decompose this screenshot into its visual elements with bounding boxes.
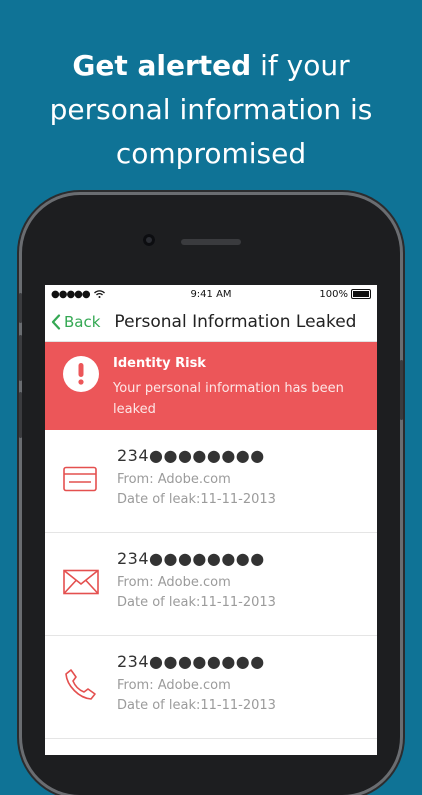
mute-button (19, 392, 22, 438)
list-item[interactable]: 234●●●●●●●● From: Adobe.com Date of leak… (45, 430, 377, 533)
signal-strength: ●●●●● (51, 288, 91, 300)
leak-list: 234●●●●●●●● From: Adobe.com Date of leak… (45, 430, 377, 739)
phone-icon (65, 669, 96, 700)
headline-rest: if your (260, 49, 350, 82)
headline-bold: Get alerted (72, 49, 252, 82)
status-bar: ●●●●● 9:41 AM 100% (45, 285, 377, 303)
navigation-bar: Back Personal Information Leaked (45, 303, 377, 342)
leaked-value: 234●●●●●●●● (117, 652, 265, 671)
phone-screen: ●●●●● 9:41 AM 100% Back Personal Informa… (45, 285, 377, 755)
status-left: ●●●●● (51, 289, 105, 300)
leak-date: Date of leak:11-11-2013 (117, 595, 276, 610)
headline: Get alerted if your personal information… (0, 44, 422, 176)
list-item[interactable]: 234●●●●●●●● From: Adobe.com Date of leak… (45, 533, 377, 636)
wifi-icon (93, 290, 105, 298)
battery-percent: 100% (319, 288, 348, 300)
envelope-icon (63, 569, 99, 595)
headline-line3: compromised (115, 137, 307, 170)
volume-down-button (19, 335, 22, 381)
chevron-left-icon (51, 314, 61, 330)
leak-source: From: Adobe.com (117, 575, 231, 590)
leak-date: Date of leak:11-11-2013 (117, 492, 276, 507)
leak-source: From: Adobe.com (117, 472, 231, 487)
alert-title: Identity Risk (113, 356, 206, 371)
leak-date: Date of leak:11-11-2013 (117, 698, 276, 713)
back-label: Back (64, 313, 101, 331)
power-button (400, 360, 403, 420)
leaked-value: 234●●●●●●●● (117, 446, 265, 465)
volume-up-button (19, 293, 22, 323)
back-button[interactable]: Back (51, 313, 100, 331)
headline-line2: personal information is (49, 93, 373, 126)
front-camera (143, 234, 155, 246)
list-item[interactable]: 234●●●●●●●● From: Adobe.com Date of leak… (45, 636, 377, 739)
leak-source: From: Adobe.com (117, 678, 231, 693)
exclamation-icon (63, 356, 99, 392)
leaked-value: 234●●●●●●●● (117, 549, 265, 568)
identity-risk-alert[interactable]: Identity Risk Your personal information … (45, 342, 377, 430)
earpiece-speaker (181, 239, 241, 245)
status-right: 100% (319, 289, 371, 300)
battery-icon (351, 289, 371, 299)
alert-message: Your personal information has been leake… (113, 381, 344, 417)
page-title: Personal Information Leaked (114, 312, 357, 332)
credit-card-icon (63, 466, 97, 492)
